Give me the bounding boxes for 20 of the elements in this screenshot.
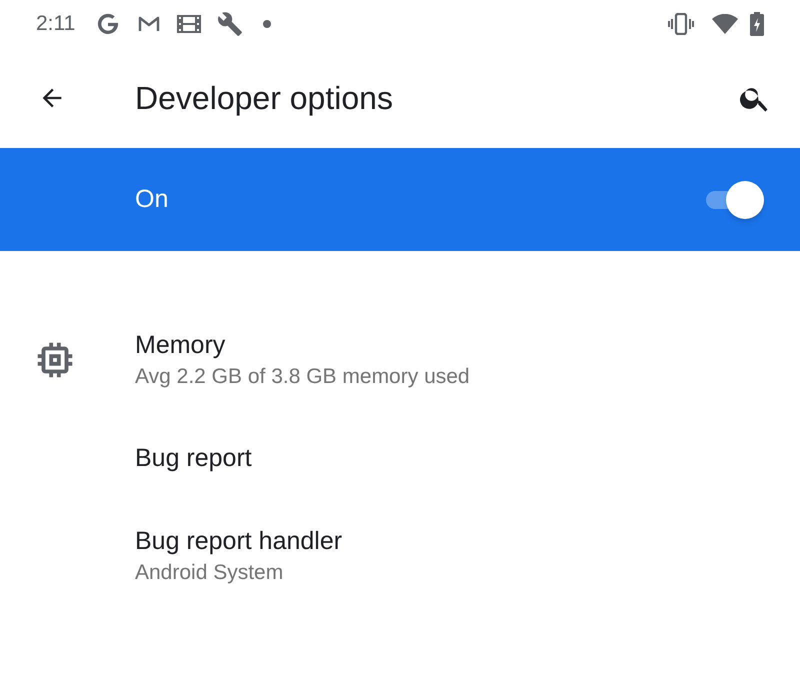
battery-charging-icon — [750, 12, 764, 36]
main-switch-bar[interactable]: On — [0, 148, 800, 251]
item-title: Bug report — [135, 443, 252, 474]
settings-item[interactable]: Memory Avg 2.2 GB of 3.8 GB memory used — [0, 311, 800, 409]
wifi-icon — [712, 14, 738, 34]
film-icon — [177, 14, 202, 34]
mail-icon — [137, 14, 162, 34]
vibrate-icon — [668, 13, 694, 35]
settings-item[interactable]: Bug report handler Android System — [0, 507, 800, 605]
item-summary: Avg 2.2 GB of 3.8 GB memory used — [135, 364, 470, 390]
wrench-icon — [217, 11, 244, 37]
toggle-switch[interactable] — [704, 180, 764, 220]
page-title: Developer options — [135, 79, 393, 118]
notification-dot-icon — [263, 20, 272, 28]
item-title: Memory — [135, 330, 226, 361]
item-summary: Android System — [135, 560, 284, 586]
item-title: Bug report handler — [135, 526, 342, 557]
settings-item[interactable]: Bug report — [0, 409, 800, 507]
switch-label: On — [135, 184, 170, 215]
status-time: 2:11 — [36, 11, 76, 38]
